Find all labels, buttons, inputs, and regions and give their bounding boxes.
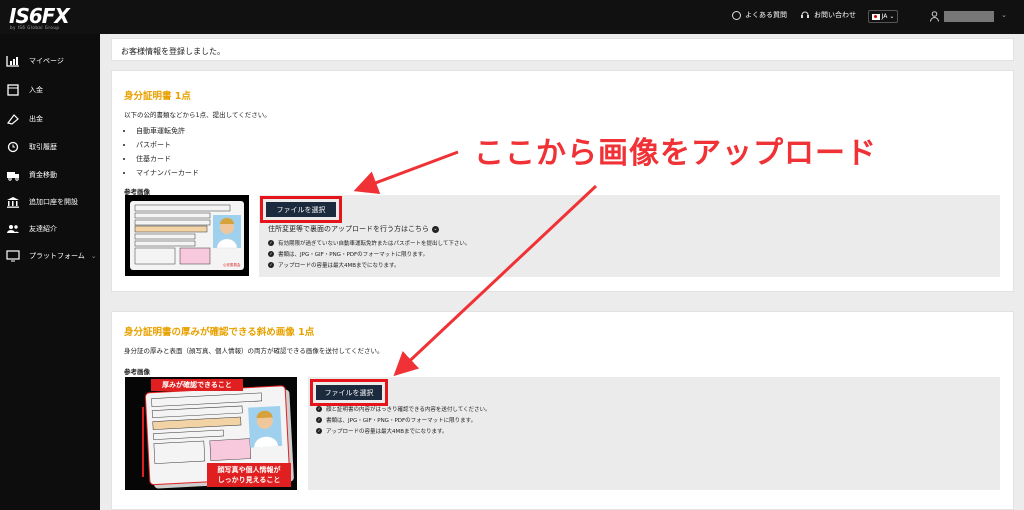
note-item: ✓ 書類は、JPG・GIF・PNG・PDFのフォーマットに限ります。: [268, 251, 429, 258]
username-box[interactable]: [944, 11, 994, 22]
back-side-upload-link[interactable]: 住所変更等で裏面のアップロードを行う方はこちら ⌄: [268, 224, 439, 234]
check-circle-icon: ✓: [268, 262, 274, 268]
face-info-label-line2: しっかり見えること: [217, 476, 281, 484]
svg-text:公安委員会: 公安委員会: [223, 262, 241, 267]
check-circle-icon: ✓: [316, 406, 322, 412]
faq-link[interactable]: よくある質問: [732, 10, 787, 20]
contact-link[interactable]: お問い合わせ: [800, 10, 856, 20]
thickness-label: 厚みが確認できること: [162, 381, 232, 389]
transfer-icon: [7, 172, 19, 181]
face-info-label-line1: 顔写真や個人情報が: [217, 466, 281, 474]
list-item: 自動車運転免許: [134, 124, 199, 138]
monitor-icon: [6, 250, 20, 262]
chevron-down-icon: ⌄: [889, 13, 895, 20]
user-icon[interactable]: [930, 11, 939, 22]
sidebar: マイページ 入金 出金 取引履歴 資金移動 追加口座を開設 友達紹介 プラットフ…: [0, 34, 100, 510]
list-item: パスポート: [134, 138, 199, 152]
success-message: お客様情報を登録しました。: [111, 38, 1014, 61]
check-circle-icon: ✓: [316, 428, 322, 434]
check-circle-icon: ✓: [316, 417, 322, 423]
angled-id-section: 身分証明書の厚みが確認できる斜め画像 1点 身分証の厚みと表面（顔写真、個人情報…: [111, 311, 1014, 510]
sidebar-item-deposit[interactable]: 入金: [6, 80, 100, 100]
file-select-button[interactable]: ファイルを選択: [310, 379, 388, 406]
sidebar-item-withdraw[interactable]: 出金: [6, 109, 100, 129]
list-item: マイナンバーカード: [134, 166, 199, 180]
check-circle-icon: ✓: [268, 240, 274, 246]
language-select[interactable]: JA ⌄: [868, 10, 898, 23]
chevron-down-circle-icon: ⌄: [432, 225, 439, 233]
note-item: ✓ アップロードの容量は最大4MBまでになります。: [268, 262, 400, 269]
sidebar-item-history[interactable]: 取引履歴: [6, 137, 100, 157]
withdraw-icon: [6, 114, 19, 125]
upload-annotation-text: ここから画像をアップロード: [474, 136, 877, 171]
bank-icon: [7, 197, 19, 208]
note-item: ✓ 書類は、JPG・GIF・PNG・PDFのフォーマットに限ります。: [316, 417, 477, 424]
section-description: 以下の公的書類などから1点、提出してください。: [124, 111, 271, 119]
document-list: 自動車運転免許 パスポート 住基カード マイナンバーカード: [134, 124, 199, 180]
sidebar-item-transfer[interactable]: 資金移動: [6, 165, 100, 185]
check-circle-icon: ✓: [268, 251, 274, 257]
sidebar-item-open-account[interactable]: 追加口座を開設: [6, 192, 100, 212]
friends-icon: [7, 225, 19, 233]
user-chevron-icon[interactable]: ⌄: [1001, 11, 1007, 19]
reference-license-image: 公安委員会: [125, 195, 249, 276]
chevron-down-icon: ⌄: [90, 252, 97, 260]
top-bar: IS6FX by IS6 Global Group よくある質問 お問い合わせ …: [0, 0, 1024, 34]
japan-flag-icon: [871, 13, 880, 20]
file-select-button[interactable]: ファイルを選択: [260, 196, 342, 223]
logo-subtitle: by IS6 Global Group: [10, 25, 60, 30]
headset-icon: [801, 11, 809, 18]
sidebar-item-referral[interactable]: 友達紹介: [6, 219, 100, 239]
deposit-icon: [7, 84, 19, 96]
reference-image-label: 参考画像: [124, 368, 150, 376]
chart-icon: [6, 56, 19, 67]
history-icon: [7, 141, 19, 153]
note-item: ✓ 有効期限が過ぎていない自動車運転免許またはパスポートを提出して下さい。: [268, 240, 471, 247]
reference-angled-image: 厚みが確認できること 顔写真や個人情報が しっかり見えること: [125, 377, 297, 490]
section-title: 身分証明書の厚みが確認できる斜め画像 1点: [124, 327, 315, 338]
id-document-section: 身分証明書 1点 以下の公的書類などから1点、提出してください。 自動車運転免許…: [111, 70, 1014, 292]
list-item: 住基カード: [134, 152, 199, 166]
question-icon: [732, 10, 741, 20]
note-item: ✓ 顔と証明書の内容がはっきり確認できる内容を送付してください。: [316, 406, 491, 413]
sidebar-item-mypage[interactable]: マイページ: [6, 51, 100, 71]
note-item: ✓ アップロードの容量は最大4MBまでになります。: [316, 428, 448, 435]
sidebar-item-platform[interactable]: プラットフォーム ⌄: [6, 246, 100, 266]
section-title: 身分証明書 1点: [124, 91, 191, 102]
section-description: 身分証の厚みと表面（顔写真、個人情報）の両方が確認できる画像を送付してください。: [124, 347, 384, 355]
